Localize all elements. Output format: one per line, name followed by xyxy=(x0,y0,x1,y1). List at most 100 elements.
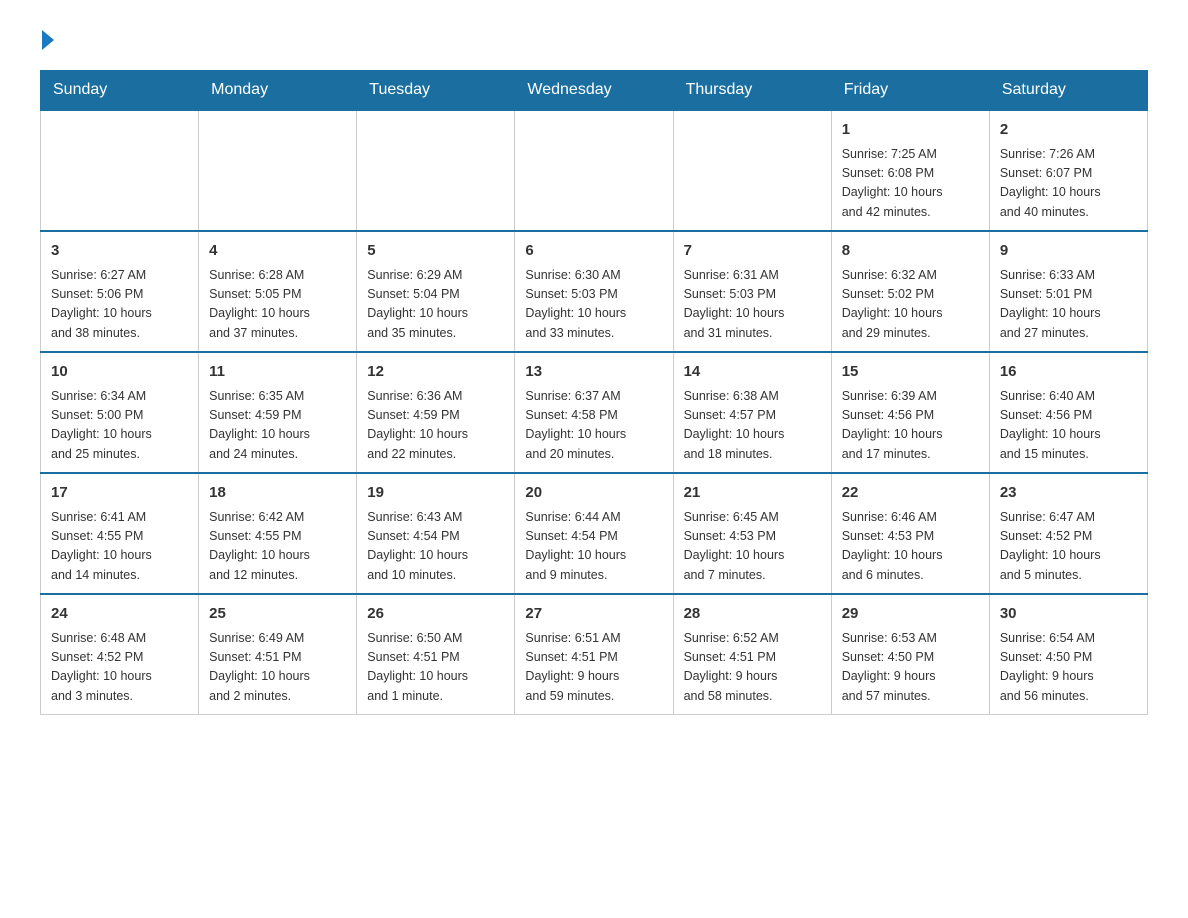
day-number: 29 xyxy=(842,603,979,626)
day-number: 18 xyxy=(209,482,346,505)
calendar-cell: 21 Sunrise: 6:45 AM Sunset: 4:53 PM Dayli… xyxy=(673,473,831,594)
calendar-cell: 20 Sunrise: 6:44 AM Sunset: 4:54 PM Dayli… xyxy=(515,473,673,594)
day-info: Sunrise: 6:50 AM Sunset: 4:51 PM Dayligh… xyxy=(367,629,504,707)
day-number: 14 xyxy=(684,361,821,384)
calendar-cell: 14 Sunrise: 6:38 AM Sunset: 4:57 PM Dayli… xyxy=(673,352,831,473)
day-number: 21 xyxy=(684,482,821,505)
day-number: 11 xyxy=(209,361,346,384)
calendar-cell: 9 Sunrise: 6:33 AM Sunset: 5:01 PM Daylig… xyxy=(989,231,1147,352)
weekday-header-sunday: Sunday xyxy=(41,71,199,111)
day-number: 9 xyxy=(1000,240,1137,263)
weekday-header-wednesday: Wednesday xyxy=(515,71,673,111)
day-number: 7 xyxy=(684,240,821,263)
day-info: Sunrise: 6:49 AM Sunset: 4:51 PM Dayligh… xyxy=(209,629,346,707)
day-number: 25 xyxy=(209,603,346,626)
calendar-cell: 16 Sunrise: 6:40 AM Sunset: 4:56 PM Dayli… xyxy=(989,352,1147,473)
day-info: Sunrise: 6:35 AM Sunset: 4:59 PM Dayligh… xyxy=(209,387,346,465)
day-info: Sunrise: 6:29 AM Sunset: 5:04 PM Dayligh… xyxy=(367,266,504,344)
day-number: 17 xyxy=(51,482,188,505)
calendar-cell: 12 Sunrise: 6:36 AM Sunset: 4:59 PM Dayli… xyxy=(357,352,515,473)
day-info: Sunrise: 6:33 AM Sunset: 5:01 PM Dayligh… xyxy=(1000,266,1137,344)
day-info: Sunrise: 6:54 AM Sunset: 4:50 PM Dayligh… xyxy=(1000,629,1137,707)
calendar-cell: 7 Sunrise: 6:31 AM Sunset: 5:03 PM Daylig… xyxy=(673,231,831,352)
day-info: Sunrise: 6:30 AM Sunset: 5:03 PM Dayligh… xyxy=(525,266,662,344)
calendar-row-1: 1Sunrise: 7:25 AM Sunset: 6:08 PM Daylig… xyxy=(41,110,1148,231)
calendar-cell: 29 Sunrise: 6:53 AM Sunset: 4:50 PM Dayli… xyxy=(831,594,989,715)
day-info: Sunrise: 6:34 AM Sunset: 5:00 PM Dayligh… xyxy=(51,387,188,465)
calendar-cell: 4 Sunrise: 6:28 AM Sunset: 5:05 PM Daylig… xyxy=(199,231,357,352)
calendar-cell: 6Sunrise: 6:30 AM Sunset: 5:03 PM Daylig… xyxy=(515,231,673,352)
day-info: Sunrise: 6:52 AM Sunset: 4:51 PM Dayligh… xyxy=(684,629,821,707)
logo-arrow-icon xyxy=(42,30,54,50)
calendar-cell xyxy=(673,110,831,231)
day-info: Sunrise: 6:51 AM Sunset: 4:51 PM Dayligh… xyxy=(525,629,662,707)
day-number: 12 xyxy=(367,361,504,384)
day-info: Sunrise: 6:36 AM Sunset: 4:59 PM Dayligh… xyxy=(367,387,504,465)
calendar-cell: 30 Sunrise: 6:54 AM Sunset: 4:50 PM Dayli… xyxy=(989,594,1147,715)
day-info: Sunrise: 6:41 AM Sunset: 4:55 PM Dayligh… xyxy=(51,508,188,586)
day-number: 30 xyxy=(1000,603,1137,626)
day-info: Sunrise: 6:44 AM Sunset: 4:54 PM Dayligh… xyxy=(525,508,662,586)
day-info: Sunrise: 6:53 AM Sunset: 4:50 PM Dayligh… xyxy=(842,629,979,707)
calendar-cell xyxy=(357,110,515,231)
calendar-cell: 26 Sunrise: 6:50 AM Sunset: 4:51 PM Dayli… xyxy=(357,594,515,715)
calendar-cell: 23Sunrise: 6:47 AM Sunset: 4:52 PM Dayli… xyxy=(989,473,1147,594)
page-header xyxy=(40,30,1148,50)
calendar-row-2: 3 Sunrise: 6:27 AM Sunset: 5:06 PM Daylig… xyxy=(41,231,1148,352)
calendar-cell: 2 Sunrise: 7:26 AM Sunset: 6:07 PM Daylig… xyxy=(989,110,1147,231)
calendar-cell xyxy=(199,110,357,231)
weekday-header-saturday: Saturday xyxy=(989,71,1147,111)
weekday-header-tuesday: Tuesday xyxy=(357,71,515,111)
day-info: Sunrise: 6:42 AM Sunset: 4:55 PM Dayligh… xyxy=(209,508,346,586)
weekday-header-monday: Monday xyxy=(199,71,357,111)
day-info: Sunrise: 6:48 AM Sunset: 4:52 PM Dayligh… xyxy=(51,629,188,707)
day-number: 26 xyxy=(367,603,504,626)
calendar-cell: 27 Sunrise: 6:51 AM Sunset: 4:51 PM Dayli… xyxy=(515,594,673,715)
calendar-row-5: 24 Sunrise: 6:48 AM Sunset: 4:52 PM Dayli… xyxy=(41,594,1148,715)
day-number: 15 xyxy=(842,361,979,384)
day-info: Sunrise: 6:40 AM Sunset: 4:56 PM Dayligh… xyxy=(1000,387,1137,465)
day-number: 24 xyxy=(51,603,188,626)
calendar-cell xyxy=(515,110,673,231)
day-number: 1 xyxy=(842,119,979,142)
day-number: 13 xyxy=(525,361,662,384)
day-number: 20 xyxy=(525,482,662,505)
calendar-cell: 8 Sunrise: 6:32 AM Sunset: 5:02 PM Daylig… xyxy=(831,231,989,352)
day-number: 28 xyxy=(684,603,821,626)
calendar-cell: 19 Sunrise: 6:43 AM Sunset: 4:54 PM Dayli… xyxy=(357,473,515,594)
calendar-cell: 18 Sunrise: 6:42 AM Sunset: 4:55 PM Dayli… xyxy=(199,473,357,594)
day-number: 10 xyxy=(51,361,188,384)
calendar-cell: 1Sunrise: 7:25 AM Sunset: 6:08 PM Daylig… xyxy=(831,110,989,231)
weekday-header-thursday: Thursday xyxy=(673,71,831,111)
calendar-cell: 3 Sunrise: 6:27 AM Sunset: 5:06 PM Daylig… xyxy=(41,231,199,352)
calendar-cell: 5Sunrise: 6:29 AM Sunset: 5:04 PM Daylig… xyxy=(357,231,515,352)
day-number: 16 xyxy=(1000,361,1137,384)
day-info: Sunrise: 6:37 AM Sunset: 4:58 PM Dayligh… xyxy=(525,387,662,465)
day-info: Sunrise: 6:38 AM Sunset: 4:57 PM Dayligh… xyxy=(684,387,821,465)
day-number: 2 xyxy=(1000,119,1137,142)
logo xyxy=(40,30,56,50)
day-info: Sunrise: 6:43 AM Sunset: 4:54 PM Dayligh… xyxy=(367,508,504,586)
day-info: Sunrise: 6:45 AM Sunset: 4:53 PM Dayligh… xyxy=(684,508,821,586)
day-info: Sunrise: 6:39 AM Sunset: 4:56 PM Dayligh… xyxy=(842,387,979,465)
weekday-header-friday: Friday xyxy=(831,71,989,111)
day-info: Sunrise: 6:31 AM Sunset: 5:03 PM Dayligh… xyxy=(684,266,821,344)
day-number: 19 xyxy=(367,482,504,505)
calendar-cell: 25 Sunrise: 6:49 AM Sunset: 4:51 PM Dayli… xyxy=(199,594,357,715)
calendar-cell: 28 Sunrise: 6:52 AM Sunset: 4:51 PM Dayli… xyxy=(673,594,831,715)
calendar-row-3: 10 Sunrise: 6:34 AM Sunset: 5:00 PM Dayli… xyxy=(41,352,1148,473)
day-info: Sunrise: 6:32 AM Sunset: 5:02 PM Dayligh… xyxy=(842,266,979,344)
weekday-header-row: SundayMondayTuesdayWednesdayThursdayFrid… xyxy=(41,71,1148,111)
calendar-cell: 24 Sunrise: 6:48 AM Sunset: 4:52 PM Dayli… xyxy=(41,594,199,715)
day-info: Sunrise: 7:26 AM Sunset: 6:07 PM Dayligh… xyxy=(1000,145,1137,223)
day-number: 27 xyxy=(525,603,662,626)
day-number: 4 xyxy=(209,240,346,263)
calendar-cell xyxy=(41,110,199,231)
calendar-cell: 11 Sunrise: 6:35 AM Sunset: 4:59 PM Dayli… xyxy=(199,352,357,473)
day-number: 8 xyxy=(842,240,979,263)
day-number: 3 xyxy=(51,240,188,263)
day-info: Sunrise: 6:27 AM Sunset: 5:06 PM Dayligh… xyxy=(51,266,188,344)
calendar-table: SundayMondayTuesdayWednesdayThursdayFrid… xyxy=(40,70,1148,715)
day-info: Sunrise: 6:28 AM Sunset: 5:05 PM Dayligh… xyxy=(209,266,346,344)
day-number: 23 xyxy=(1000,482,1137,505)
